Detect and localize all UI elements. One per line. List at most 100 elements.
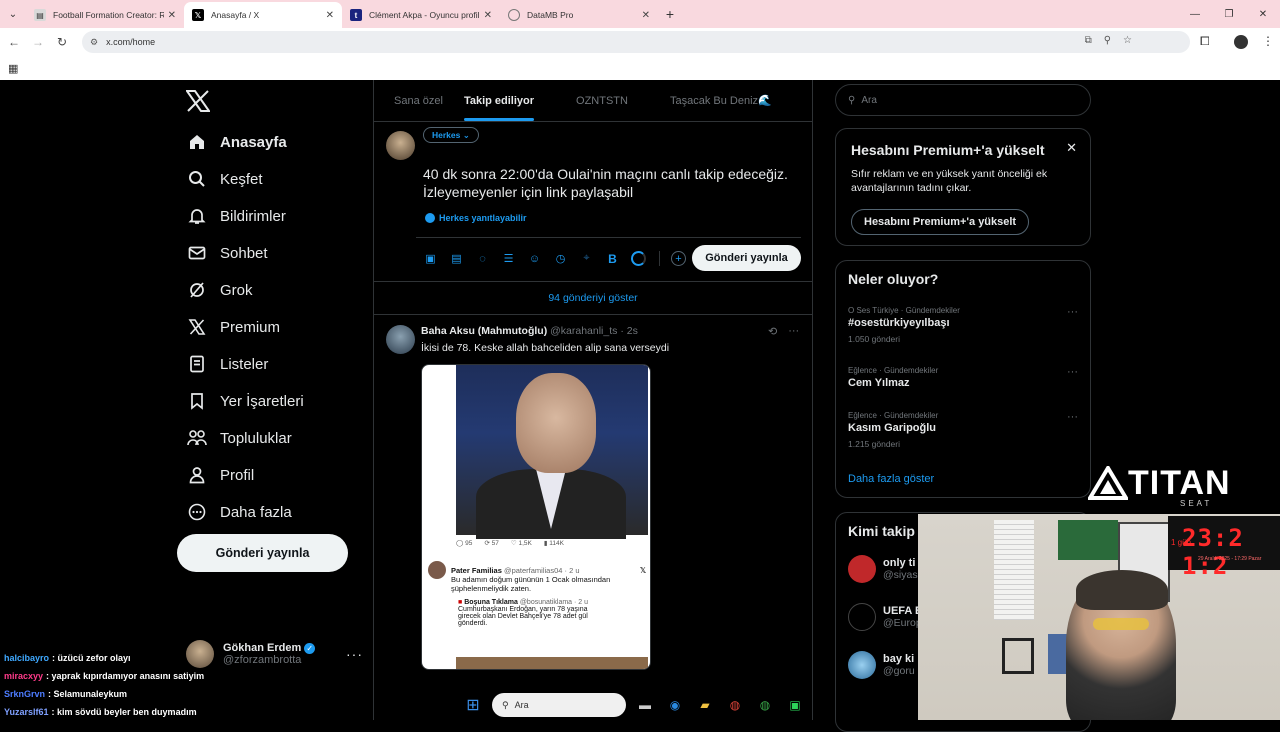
account-menu-icon[interactable]: ··· bbox=[346, 646, 363, 662]
close-window-icon[interactable]: ✕ bbox=[1246, 0, 1280, 28]
edge-icon[interactable]: ◉ bbox=[664, 694, 686, 716]
location-icon[interactable]: ⌖ bbox=[579, 251, 594, 266]
x-logo-icon[interactable] bbox=[186, 90, 210, 112]
brand-logo: TITAN SEAT bbox=[1088, 466, 1231, 508]
url-field[interactable]: ⚙ x.com/home bbox=[82, 31, 1190, 53]
emoji-icon[interactable]: ☺ bbox=[527, 251, 542, 266]
close-icon[interactable]: ✕ bbox=[1066, 140, 1077, 156]
tweet-media[interactable]: ◯ 95 ⟳ 57 ♡ 1,5K ▮ 114K Pater Familias @… bbox=[421, 364, 651, 670]
premium-upgrade-button[interactable]: Hesabını Premium+'a yükselt bbox=[851, 209, 1030, 235]
close-tab-icon[interactable]: ✕ bbox=[168, 10, 176, 21]
reload-icon[interactable]: ↻ bbox=[50, 35, 74, 49]
follow-suggestion[interactable]: only ti @siyas bbox=[848, 555, 918, 583]
trend-item[interactable]: Eğlence · Gündemdekiler Cem Yılmaz ··· bbox=[848, 366, 1084, 389]
audience-label: Herkes bbox=[432, 130, 461, 140]
tab-search-dropdown[interactable]: ⌄ bbox=[0, 0, 26, 28]
windows-start-icon[interactable]: ⊞ bbox=[462, 694, 484, 716]
show-new-posts-button[interactable]: 94 gönderiyi göster bbox=[374, 281, 812, 315]
avatar bbox=[848, 603, 876, 631]
suggestion-handle: @siyas bbox=[883, 569, 918, 581]
premium-description: Sıfır reklam ve en yüksek yanıt önceliği… bbox=[851, 168, 1048, 194]
taskbar-search[interactable]: ⚲ Ara bbox=[492, 693, 626, 717]
sidebar-item-more[interactable]: Daha fazla bbox=[186, 501, 292, 523]
add-thread-icon[interactable]: + bbox=[671, 251, 686, 266]
reply-settings[interactable]: Herkes yanıtlayabilir bbox=[425, 213, 527, 223]
chat-message: SrknGrvn: Selamunaleykum bbox=[4, 685, 204, 703]
trend-item[interactable]: Eğlence · Gündemdekiler Kasım Garipoğlu … bbox=[848, 411, 1084, 449]
publish-button[interactable]: Gönderi yayınla bbox=[692, 245, 801, 271]
menu-icon[interactable]: ⋮ bbox=[1262, 34, 1274, 48]
trend-item[interactable]: O Ses Türkiye · Gündemdekiler #osestürki… bbox=[848, 306, 1084, 344]
gif-icon[interactable]: ▤ bbox=[449, 251, 464, 266]
tweet-author[interactable]: Baha Aksu (Mahmutoğlu) bbox=[421, 325, 547, 337]
media-photo-strip bbox=[456, 657, 648, 669]
tab-list-ozntstn[interactable]: OZNTSTN bbox=[576, 80, 628, 121]
audience-selector[interactable]: Herkes ⌄ bbox=[423, 127, 479, 143]
follow-suggestion[interactable]: bay ki @goru bbox=[848, 651, 915, 679]
star-icon[interactable]: ☆ bbox=[1123, 35, 1132, 46]
search-input[interactable]: ⚲ Ara bbox=[835, 84, 1091, 116]
avatar[interactable] bbox=[386, 325, 415, 354]
sidebar-item-notifications[interactable]: Bildirimler bbox=[186, 205, 286, 227]
restore-icon[interactable]: ❐ bbox=[1212, 0, 1246, 28]
browser-tab[interactable]: t Clément Akpa - Oyuncu profili ✕ bbox=[342, 2, 500, 28]
views-icon: ▮ 114K bbox=[543, 540, 564, 547]
forward-icon[interactable]: → bbox=[26, 35, 50, 49]
bold-icon[interactable]: B bbox=[605, 251, 620, 266]
schedule-icon[interactable]: ◷ bbox=[553, 251, 568, 266]
sidebar-item-home[interactable]: Anasayfa bbox=[186, 131, 287, 153]
image-icon[interactable]: ▣ bbox=[423, 251, 438, 266]
close-tab-icon[interactable]: ✕ bbox=[484, 10, 492, 21]
account-switcher[interactable]: Gökhan Erdem ✓ @zforzambrotta bbox=[186, 640, 316, 668]
browser-tab-active[interactable]: 𝕏 Anasayfa / X ✕ bbox=[184, 2, 342, 28]
poll-icon[interactable]: ☰ bbox=[501, 251, 516, 266]
folder-icon[interactable]: ▰ bbox=[694, 694, 716, 716]
tab-for-you[interactable]: Sana özel bbox=[394, 80, 443, 121]
back-icon[interactable]: ← bbox=[2, 35, 26, 49]
browser-tab[interactable]: ▤ Football Formation Creator: Re ✕ bbox=[26, 2, 184, 28]
compose-textarea[interactable]: 40 dk sonra 22:00'da Oulai'nin maçını ca… bbox=[423, 165, 803, 201]
close-tab-icon[interactable]: ✕ bbox=[326, 10, 334, 21]
install-icon[interactable]: ⧉ bbox=[1085, 35, 1092, 46]
sidebar-item-premium[interactable]: Premium bbox=[186, 316, 280, 338]
site-info-icon[interactable]: ⚙ bbox=[90, 37, 98, 48]
tweet-handle[interactable]: @karahanli_ts bbox=[550, 325, 617, 337]
chrome-profile-icon[interactable]: ◍ bbox=[754, 694, 776, 716]
extensions-icon[interactable]: ⧠ bbox=[1200, 34, 1210, 49]
tab-following[interactable]: Takip ediliyor bbox=[463, 80, 535, 121]
more-icon[interactable]: ··· bbox=[1067, 306, 1078, 318]
sidebar-item-communities[interactable]: Topluluklar bbox=[186, 427, 292, 449]
stat-likes: 1,5K bbox=[518, 540, 532, 547]
grok-icon[interactable]: ◌ bbox=[475, 251, 490, 266]
sidebar-item-messages[interactable]: Sohbet bbox=[186, 242, 268, 264]
sidebar-item-bookmarks[interactable]: Yer İşaretleri bbox=[186, 390, 304, 412]
sidebar-item-label: Bildirimler bbox=[220, 207, 286, 225]
browser-tab[interactable]: DataMB Pro ✕ bbox=[500, 2, 658, 28]
more-icon[interactable]: ··· bbox=[788, 325, 799, 338]
post-button[interactable]: Gönderi yayınla bbox=[177, 534, 348, 572]
tab-list-tasacak[interactable]: Taşacak Bu Deniz🌊 bbox=[670, 80, 772, 121]
chrome-icon[interactable]: ◍ bbox=[724, 694, 746, 716]
grok-icon[interactable]: ⟲ bbox=[768, 325, 777, 338]
quote-text: şüphelenmeliydik zaten. bbox=[451, 584, 532, 593]
grok-icon bbox=[186, 279, 208, 301]
sidebar-item-explore[interactable]: Keşfet bbox=[186, 168, 263, 190]
avatar bbox=[428, 561, 446, 579]
sidebar-item-profile[interactable]: Profil bbox=[186, 464, 254, 486]
close-tab-icon[interactable]: ✕ bbox=[642, 10, 650, 21]
app-icon[interactable]: ▣ bbox=[784, 694, 806, 716]
follow-suggestion[interactable]: UEFA E @Europ bbox=[848, 603, 922, 631]
avatar[interactable] bbox=[1234, 35, 1248, 49]
stat-retweets: 57 bbox=[491, 540, 499, 547]
more-icon[interactable]: ··· bbox=[1067, 366, 1078, 378]
sidebar-item-lists[interactable]: Listeler bbox=[186, 353, 268, 375]
zoom-icon[interactable]: ⚲ bbox=[1104, 35, 1111, 46]
more-icon[interactable]: ··· bbox=[1067, 411, 1078, 423]
new-tab-button[interactable]: + bbox=[658, 6, 682, 22]
minimize-icon[interactable]: — bbox=[1178, 0, 1212, 28]
tweet-time[interactable]: 2s bbox=[627, 325, 638, 337]
apps-icon[interactable]: ▦ bbox=[8, 62, 18, 75]
sidebar-item-grok[interactable]: Grok bbox=[186, 279, 253, 301]
task-view-icon[interactable]: ▬ bbox=[634, 694, 656, 716]
trends-show-more-link[interactable]: Daha fazla göster bbox=[848, 473, 934, 485]
